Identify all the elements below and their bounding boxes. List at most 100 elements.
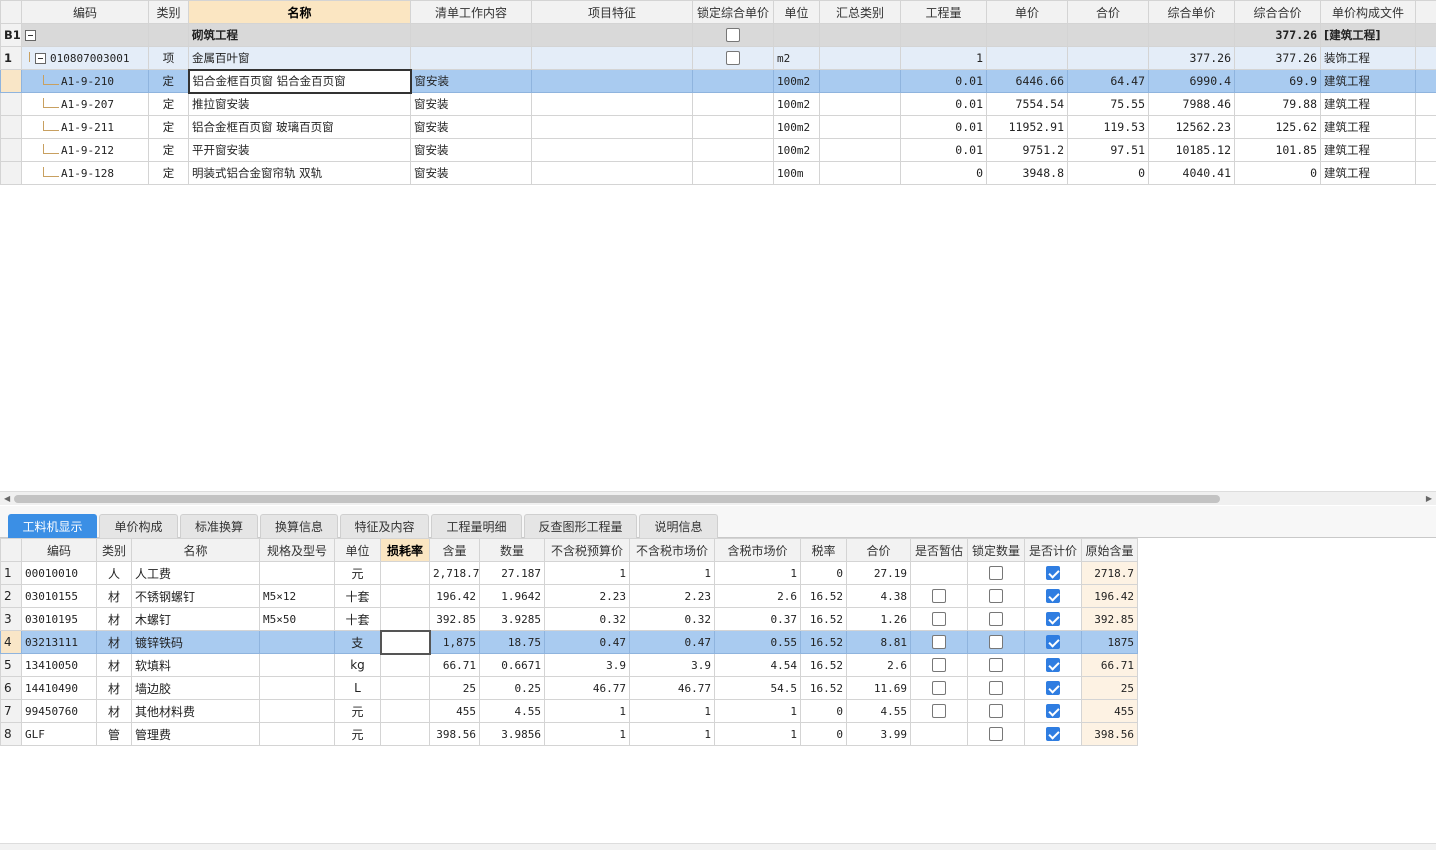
- checkbox-icon[interactable]: [989, 681, 1003, 696]
- market-price-tax[interactable]: 4.54: [714, 653, 801, 677]
- quota-work[interactable]: 窗安装: [410, 92, 532, 116]
- material-code[interactable]: 03010195: [21, 607, 97, 631]
- market-price[interactable]: 1: [629, 561, 715, 585]
- col-header[interactable]: [0, 538, 22, 562]
- tab-standard-conversion[interactable]: 标准换算: [180, 514, 258, 538]
- item-code-cell[interactable]: 010807003001: [21, 46, 149, 70]
- tax-rate[interactable]: 16.52: [800, 653, 847, 677]
- priced-checkbox[interactable]: [1024, 561, 1082, 585]
- material-unit[interactable]: 支: [334, 630, 381, 654]
- material-content[interactable]: 196.42: [429, 584, 480, 608]
- tax-rate[interactable]: 0: [800, 722, 847, 746]
- checkbox-icon[interactable]: [726, 28, 740, 43]
- priced-checkbox[interactable]: [1024, 653, 1082, 677]
- tax-rate[interactable]: 16.52: [800, 584, 847, 608]
- material-unit[interactable]: 十套: [334, 584, 381, 608]
- col-header-unit[interactable]: 单位: [334, 538, 381, 562]
- checkbox-icon[interactable]: [989, 566, 1003, 581]
- quota-qty[interactable]: 0.01: [900, 92, 987, 116]
- checkbox-icon[interactable]: [932, 589, 946, 604]
- col-header-qty[interactable]: 数量: [479, 538, 545, 562]
- budget-price[interactable]: 0.47: [544, 630, 630, 654]
- checkbox-icon[interactable]: [932, 612, 946, 627]
- item-qty[interactable]: 1: [900, 46, 987, 70]
- tab-reverse-lookup[interactable]: 反查图形工程量: [524, 514, 637, 538]
- tab-price-composition[interactable]: 单价构成: [99, 514, 178, 538]
- material-name[interactable]: 不锈钢螺钉: [131, 584, 260, 608]
- checkbox-icon[interactable]: [932, 635, 946, 650]
- quota-unit[interactable]: 100m2: [773, 69, 820, 93]
- quota-work[interactable]: 窗安装: [410, 138, 532, 162]
- quota-name[interactable]: 铝合金框百页窗 玻璃百页窗: [188, 115, 411, 139]
- estimate-checkbox[interactable]: [910, 561, 968, 585]
- quota-unit[interactable]: 100m: [773, 161, 820, 185]
- col-header-total[interactable]: 合价: [846, 538, 911, 562]
- col-header-priced[interactable]: 是否计价: [1024, 538, 1082, 562]
- loss-rate-cell[interactable]: [380, 584, 430, 608]
- lock-qty-checkbox[interactable]: [967, 584, 1025, 608]
- tax-rate[interactable]: 16.52: [800, 676, 847, 700]
- col-header-lock-qty[interactable]: 锁定数量: [967, 538, 1025, 562]
- loss-rate-cell[interactable]: [379, 629, 431, 655]
- material-qty[interactable]: 4.55: [479, 699, 545, 723]
- market-price-tax[interactable]: 54.5: [714, 676, 801, 700]
- quota-file[interactable]: 建筑工程: [1320, 92, 1416, 116]
- material-content[interactable]: 392.85: [429, 607, 480, 631]
- market-price-tax[interactable]: 1: [714, 722, 801, 746]
- lock-qty-checkbox[interactable]: [967, 699, 1025, 723]
- tab-notes[interactable]: 说明信息: [639, 514, 718, 538]
- quota-work[interactable]: 窗安装: [410, 115, 532, 139]
- priced-checkbox[interactable]: [1024, 607, 1082, 631]
- lock-qty-checkbox[interactable]: [967, 653, 1025, 677]
- col-header-type[interactable]: 类别: [148, 0, 189, 24]
- col-header-qty[interactable]: 工程量: [900, 0, 987, 24]
- collapse-icon[interactable]: [25, 30, 36, 41]
- quota-qty[interactable]: 0: [900, 161, 987, 185]
- market-price[interactable]: 2.23: [629, 584, 715, 608]
- col-header-name[interactable]: 名称: [188, 0, 411, 24]
- quota-row[interactable]: A1-9-207 定 推拉窗安装 窗安装 100m2 0.01 7554.54 …: [0, 92, 1436, 116]
- material-name[interactable]: 其他材料费: [131, 699, 260, 723]
- market-price[interactable]: 3.9: [629, 653, 715, 677]
- checkbox-icon[interactable]: [989, 704, 1003, 719]
- priced-checkbox[interactable]: [1024, 699, 1082, 723]
- checkbox-icon[interactable]: [1046, 589, 1060, 604]
- material-spec[interactable]: [259, 561, 335, 585]
- col-header-code[interactable]: 编码: [21, 538, 97, 562]
- material-content[interactable]: 398.56: [429, 722, 480, 746]
- quota-name[interactable]: 明装式铝合金窗帘轨 双轨: [188, 161, 411, 185]
- quota-name[interactable]: 平开窗安装: [188, 138, 411, 162]
- priced-checkbox[interactable]: [1024, 584, 1082, 608]
- tax-rate[interactable]: 0: [800, 699, 847, 723]
- material-code[interactable]: 13410050: [21, 653, 97, 677]
- quota-file[interactable]: 建筑工程: [1320, 138, 1416, 162]
- material-name[interactable]: 墙边胶: [131, 676, 260, 700]
- material-row[interactable]: 5 13410050 材软填料 kg 66.71 0.6671 3.9 3.9 4.54 16.5…: [0, 653, 1138, 677]
- checkbox-icon[interactable]: [989, 635, 1003, 650]
- tax-rate[interactable]: 0: [800, 561, 847, 585]
- market-price-tax[interactable]: 1: [714, 699, 801, 723]
- material-name[interactable]: 镀锌铁码: [131, 630, 260, 654]
- material-name[interactable]: 管理费: [131, 722, 260, 746]
- tab-material-machine[interactable]: 工料机显示: [8, 514, 97, 538]
- loss-rate-cell[interactable]: [380, 561, 430, 585]
- material-code[interactable]: 03010155: [21, 584, 97, 608]
- budget-price[interactable]: 3.9: [544, 653, 630, 677]
- material-row[interactable]: 1 00010010 人人工费元 2,718.7 27.187 1 1 1 0 27.19 2718…: [0, 561, 1138, 585]
- material-name[interactable]: 软填料: [131, 653, 260, 677]
- budget-price[interactable]: 0.32: [544, 607, 630, 631]
- material-spec[interactable]: [259, 699, 335, 723]
- material-spec[interactable]: [259, 676, 335, 700]
- material-content[interactable]: 455: [429, 699, 480, 723]
- checkbox-icon[interactable]: [1046, 566, 1060, 581]
- material-row[interactable]: 8 GLF 管管理费元 398.56 3.9856 1 1 1 0 3.99 398.56: [0, 722, 1138, 746]
- lock-qty-checkbox[interactable]: [967, 630, 1025, 654]
- col-header-tax-rate[interactable]: 税率: [800, 538, 847, 562]
- estimate-checkbox[interactable]: [910, 722, 968, 746]
- scroll-right-icon[interactable]: ▶: [1426, 494, 1432, 503]
- quota-qty[interactable]: 0.01: [900, 138, 987, 162]
- lock-qty-checkbox[interactable]: [967, 722, 1025, 746]
- item-row[interactable]: 1 010807003001 项 金属百叶窗 m2 1 377.26 377.2…: [0, 46, 1436, 70]
- quota-qty[interactable]: 0.01: [900, 69, 987, 93]
- material-code[interactable]: 03213111: [21, 630, 97, 654]
